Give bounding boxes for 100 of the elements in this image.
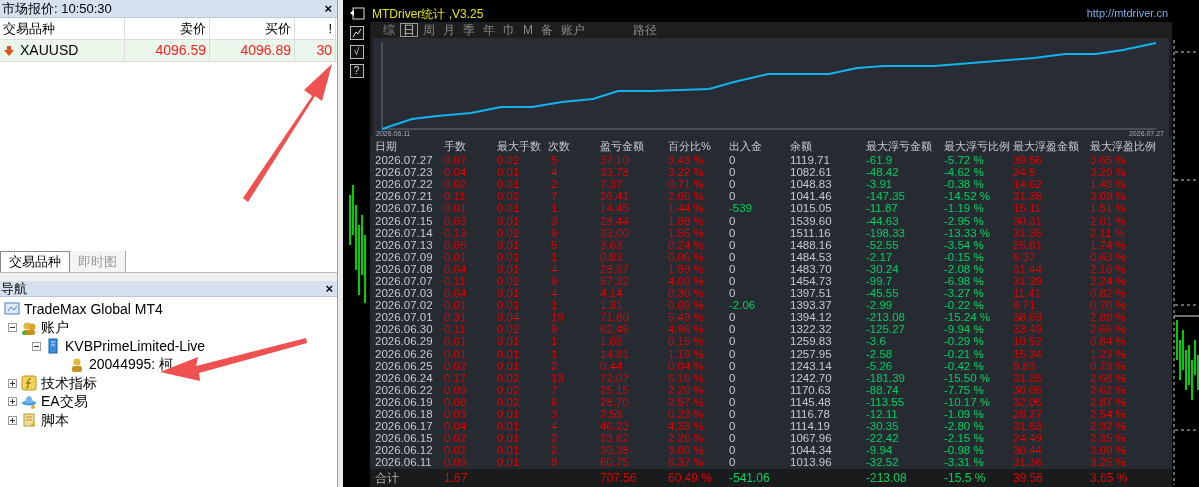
table-cell-text: 28.70 (600, 395, 630, 408)
table-cell-text: 3.65 % (1090, 471, 1129, 485)
table-cell-text: 0.06 % (668, 250, 705, 263)
table-cell-text: 0 (729, 178, 737, 191)
table-cell-text: 14.81 (600, 347, 630, 360)
expand-toggle[interactable] (8, 397, 17, 407)
column-header[interactable]: 卖价 (125, 18, 210, 39)
tab[interactable]: 季 (460, 23, 478, 37)
table-cell-text: 31.63 (1013, 420, 1043, 433)
table-cell-text: 0 (729, 154, 737, 167)
table-cell-text: 3.00 % (668, 444, 705, 457)
table-cell-text: 31.35 (1013, 226, 1043, 239)
table-cell-text: -0.98 % (944, 444, 985, 457)
table-cell-text: 1048.83 (790, 178, 833, 191)
table-cell-text: -9.94 (866, 444, 894, 457)
column-header: 日期 (375, 139, 398, 153)
table-cell-text: -44.63 (866, 214, 900, 227)
table-cell-text: 1394.12 (790, 311, 833, 324)
chart-icon[interactable] (349, 26, 364, 40)
table-cell-text: 0.04 (444, 287, 468, 300)
table-cell-text: 31.44 (1013, 262, 1043, 275)
table-cell-text: 0.02 (497, 383, 521, 396)
table-cell-text: 23.00 (600, 226, 630, 239)
table-cell-text: -2.80 % (944, 420, 985, 433)
table-cell-text: 0.01 (444, 250, 468, 263)
table-cell-text: 0.04 (444, 420, 468, 433)
table-cell-text: 1041.46 (790, 190, 833, 203)
table-cell-text: -10.17 % (944, 395, 992, 408)
table-cell-text: -15.50 % (944, 371, 992, 384)
table-cell-text: -5.26 (866, 359, 894, 372)
table-cell-text: 2.60 % (668, 190, 705, 203)
column-header[interactable]: ! (295, 18, 336, 39)
column-header: 手数 (444, 139, 467, 153)
table-cell-text: 0 (729, 166, 737, 179)
expand-toggle[interactable] (8, 378, 17, 388)
column-header[interactable]: 买价 (210, 18, 295, 39)
table-cell-text: 0.01 (444, 299, 468, 312)
table-cell-text: 0.13 (444, 226, 468, 239)
panel-icon[interactable] (348, 7, 365, 21)
column-header: 盈亏金额 (600, 139, 645, 153)
table-cell-text: 2026.06.22 (375, 383, 434, 396)
tree-item[interactable]: 技术指标 (41, 372, 97, 394)
table-cell-text: -14.52 % (944, 190, 992, 203)
column-header: 最大浮盈比例 (1090, 139, 1157, 153)
table-cell-text: 0.05 (444, 238, 468, 251)
table-cell-text: 2026.07.27 (375, 154, 434, 167)
tab[interactable]: 日 (400, 23, 418, 37)
table-cell-text: 0.01 (497, 420, 521, 433)
quote-row[interactable]: XAUUSD 4096.59 4096.89 30 (0, 40, 337, 62)
table-cell-text: 3.25 % (1090, 456, 1127, 469)
tool-button[interactable]: √ (349, 45, 364, 59)
table-cell-text: -52.55 (866, 238, 900, 251)
table-cell-text: -15.24 % (944, 311, 992, 324)
table-cell-text: 0.23 % (668, 408, 705, 420)
table-cell-text: 0.03 (444, 408, 468, 420)
tool-button[interactable]: ? (349, 64, 364, 78)
table-cell-text: 2026.06.29 (375, 335, 434, 348)
tab[interactable]: 账户 (558, 23, 588, 37)
table-cell-text: 2026.06.12 (375, 444, 434, 457)
table-cell-text: -5.72 % (944, 154, 985, 167)
tab[interactable]: 年 (480, 23, 498, 37)
table-cell-text: 60.75 (600, 456, 630, 469)
table-cell-text: 0 (729, 226, 737, 239)
table-cell-text: 1454.73 (790, 275, 833, 287)
collapse-toggle[interactable] (32, 341, 41, 351)
table-cell-text: 62.49 (600, 323, 630, 336)
collapse-toggle[interactable] (8, 323, 17, 333)
price-cell: 30 (295, 40, 336, 61)
table-cell-text: -0.21 % (944, 347, 985, 360)
table-cell-text: 0.01 (497, 287, 521, 300)
website-link[interactable]: http://mtdriver.cn (1086, 5, 1170, 22)
tab[interactable]: 综 (380, 23, 398, 37)
table-cell-text: 2026.07.02 (375, 299, 434, 312)
table-cell-text: 2.54 % (1090, 408, 1127, 420)
tab[interactable]: M (520, 23, 536, 37)
tab[interactable]: 路径 (630, 23, 660, 37)
table-cell-text: 28.27 (1013, 408, 1043, 420)
expand-toggle[interactable] (8, 415, 17, 425)
table-cell-text: -88.74 (866, 383, 900, 396)
column-header[interactable]: 交易品种 (0, 18, 125, 39)
table-cell-text: 1 (550, 347, 559, 360)
close-button[interactable]: × (322, 282, 336, 295)
tab[interactable]: 巾 (500, 23, 518, 37)
expert-hat-icon (21, 393, 37, 410)
tab[interactable]: 月 (440, 23, 458, 37)
table-cell-text: 合计 (375, 471, 400, 485)
table-cell-text: 1 (550, 299, 559, 312)
tree-item[interactable]: TradeMax Global MT4 (24, 298, 163, 320)
tab[interactable]: 交易品种 (0, 251, 70, 272)
tab[interactable]: 备 (538, 23, 556, 37)
table-cell-text: 0 (729, 335, 737, 348)
tab[interactable]: 周 (420, 23, 438, 37)
table-cell-text: 2 (550, 432, 559, 445)
table-cell-text: 2026.06.30 (375, 323, 434, 336)
table-cell-text: 2026.07.03 (375, 287, 434, 300)
table-cell-text: 0.02 (497, 154, 521, 167)
table-cell-text: 2.92 % (1090, 420, 1127, 433)
close-button[interactable]: × (321, 2, 335, 15)
table-cell-text: 0.02 (497, 226, 521, 239)
table-cell-text: 0.79 % (1090, 359, 1127, 372)
